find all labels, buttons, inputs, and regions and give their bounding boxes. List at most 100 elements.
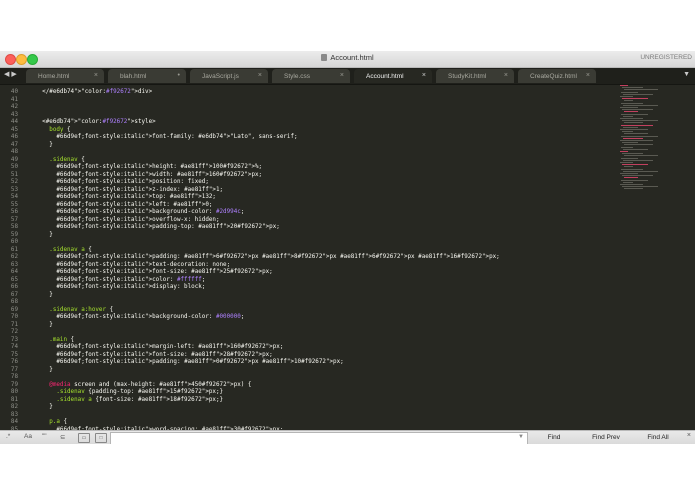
tab-javascript-js[interactable]: JavaScript.js × bbox=[190, 69, 268, 83]
tab-close-icon[interactable]: × bbox=[258, 72, 262, 79]
code-line: 64 #66d9ef;font-style:italic">font-size:… bbox=[0, 269, 500, 277]
code-line: 80 .sidenav {padding-top: #ae81ff">15#f9… bbox=[0, 389, 500, 397]
find-history-dropdown-icon[interactable]: ▼ bbox=[518, 434, 524, 440]
code-text: p.a { bbox=[49, 419, 68, 425]
wrap-toggle[interactable]: ⊆ bbox=[60, 433, 65, 441]
line-number: 50 bbox=[10, 164, 18, 170]
minimap-line bbox=[620, 184, 643, 185]
in-selection-toggle[interactable]: ▭ bbox=[78, 433, 90, 443]
code-line: 57 #66d9ef;font-style:italic">overflow-x… bbox=[0, 217, 500, 225]
code-line: 66 #66d9ef;font-style:italic">display: b… bbox=[0, 284, 500, 292]
unsaved-dot-icon[interactable]: • bbox=[178, 72, 180, 79]
code-editor[interactable]: 40 </#e6db74">"color:#f92672">div> 41 42 43… bbox=[0, 85, 695, 430]
minimap-line bbox=[621, 157, 638, 159]
minimap-line bbox=[622, 87, 643, 89]
code-line: 52 #66d9ef;font-style:italic">position: … bbox=[0, 179, 500, 187]
code-text: #66d9ef;font-style:italic">left: #ae81ff… bbox=[56, 201, 213, 208]
minimap-line bbox=[623, 104, 658, 106]
tab-label: blah.html bbox=[120, 73, 147, 80]
code-text: #66d9ef;font-style:italic">background-co… bbox=[56, 209, 245, 215]
code-text: .main { bbox=[49, 336, 75, 343]
code-text: #66d9ef;font-style:italic">overflow-x: h… bbox=[56, 216, 220, 223]
code-line: 61 .sidenav a { bbox=[0, 247, 500, 255]
line-number: 74 bbox=[10, 344, 18, 350]
minimap-line bbox=[621, 168, 643, 170]
tab-createquiz-html[interactable]: CreateQuiz.html × bbox=[518, 69, 596, 83]
minimap-line bbox=[623, 93, 653, 95]
tab-close-icon[interactable]: × bbox=[94, 72, 98, 79]
code-line: 75 #66d9ef;font-style:italic">font-size:… bbox=[0, 352, 500, 360]
minimap-line bbox=[620, 140, 653, 141]
whole-word-toggle[interactable]: "" bbox=[42, 433, 47, 440]
find-input[interactable]: ▼ bbox=[110, 432, 528, 444]
tab-home-html[interactable]: Home.html × bbox=[26, 69, 104, 83]
code-line: 55 #66d9ef;font-style:italic">left: #ae8… bbox=[0, 202, 500, 210]
line-number: 70 bbox=[10, 314, 18, 320]
tab-close-icon[interactable]: × bbox=[422, 72, 426, 79]
code-line: 72 bbox=[0, 329, 500, 337]
minimap-line bbox=[624, 188, 643, 190]
title-bar: Account.html UNREGISTERED bbox=[0, 51, 695, 68]
line-number: 64 bbox=[10, 269, 18, 275]
minimap-line bbox=[624, 89, 658, 91]
minimap-line bbox=[623, 126, 638, 128]
tab-close-icon[interactable]: × bbox=[586, 72, 590, 79]
tab-close-icon[interactable]: × bbox=[340, 72, 344, 79]
tab-nav-arrows-icon[interactable]: ◀ ▶ bbox=[4, 70, 17, 78]
highlight-matches-toggle[interactable]: □ bbox=[95, 433, 107, 443]
code-line: 40 </#e6db74">"color:#f92672">div> bbox=[0, 89, 500, 97]
tab-blah-html[interactable]: blah.html • bbox=[108, 69, 186, 83]
close-find-bar-icon[interactable]: × bbox=[687, 432, 691, 439]
code-line: 45 body { bbox=[0, 127, 500, 135]
minimap-line bbox=[620, 162, 633, 163]
line-number: 56 bbox=[10, 209, 18, 215]
minimap-line bbox=[624, 144, 653, 146]
line-number: 41 bbox=[10, 96, 18, 103]
code-text: } bbox=[28, 366, 53, 373]
code-text: #66d9ef;font-style:italic">padding: #ae8… bbox=[56, 254, 500, 260]
code-lines: 40 </#e6db74">"color:#f92672">div> 41 42 43… bbox=[0, 89, 500, 430]
line-number: 54 bbox=[10, 194, 18, 200]
find-button[interactable]: Find bbox=[530, 432, 578, 443]
code-line: 50 #66d9ef;font-style:italic">height: #a… bbox=[0, 164, 500, 172]
minimap-line bbox=[622, 142, 638, 144]
minimap[interactable] bbox=[620, 85, 688, 195]
minimap-line bbox=[620, 85, 628, 86]
find-prev-button[interactable]: Find Prev bbox=[582, 432, 630, 443]
line-number: 81 bbox=[10, 396, 18, 403]
line-number: 79 bbox=[10, 381, 18, 388]
code-line: 46 #66d9ef;font-style:italic">font-famil… bbox=[0, 134, 500, 142]
find-all-button[interactable]: Find All bbox=[634, 432, 682, 443]
code-line: 51 #66d9ef;font-style:italic">width: #ae… bbox=[0, 172, 500, 180]
minimap-line bbox=[620, 129, 648, 130]
minimap-line bbox=[621, 91, 638, 93]
regex-toggle[interactable]: .* bbox=[6, 433, 10, 440]
code-text: #66d9ef;font-style:italic">background-co… bbox=[56, 314, 245, 320]
line-number: 62 bbox=[10, 254, 18, 260]
line-number: 47 bbox=[10, 141, 18, 148]
code-text: .sidenav {padding-top: #ae81ff">15#f9267… bbox=[56, 389, 224, 395]
tab-account-html[interactable]: Account.html × bbox=[354, 69, 432, 83]
minimap-line bbox=[622, 153, 643, 155]
line-number: 40 bbox=[10, 89, 18, 95]
code-line: 81 .sidenav a {font-size: #ae81ff">18#f9… bbox=[0, 397, 500, 405]
line-number: 78 bbox=[10, 374, 18, 380]
tab-style-css[interactable]: Style.css × bbox=[272, 69, 350, 83]
minimap-line bbox=[622, 98, 648, 100]
line-number: 60 bbox=[10, 239, 18, 245]
case-sensitive-toggle[interactable]: Aa bbox=[24, 433, 32, 440]
tab-close-icon[interactable]: × bbox=[504, 72, 508, 79]
line-number: 58 bbox=[10, 224, 18, 230]
minimap-line bbox=[622, 186, 658, 188]
line-number: 77 bbox=[10, 366, 18, 373]
code-text: } bbox=[28, 404, 53, 410]
code-text: #66d9ef;font-style:italic">z-index: #ae8… bbox=[56, 186, 224, 193]
line-number: 42 bbox=[10, 104, 18, 110]
code-text: #66d9ef;font-style:italic">text-decorati… bbox=[56, 261, 231, 268]
minimap-line bbox=[623, 148, 648, 150]
tab-studykit-html[interactable]: StudyKit.html × bbox=[436, 69, 514, 83]
code-line: 69 .sidenav a:hover { bbox=[0, 307, 500, 315]
minimap-line bbox=[623, 159, 653, 161]
tab-label: Account.html bbox=[366, 73, 404, 80]
tab-menu-icon[interactable]: ▼ bbox=[683, 71, 690, 78]
